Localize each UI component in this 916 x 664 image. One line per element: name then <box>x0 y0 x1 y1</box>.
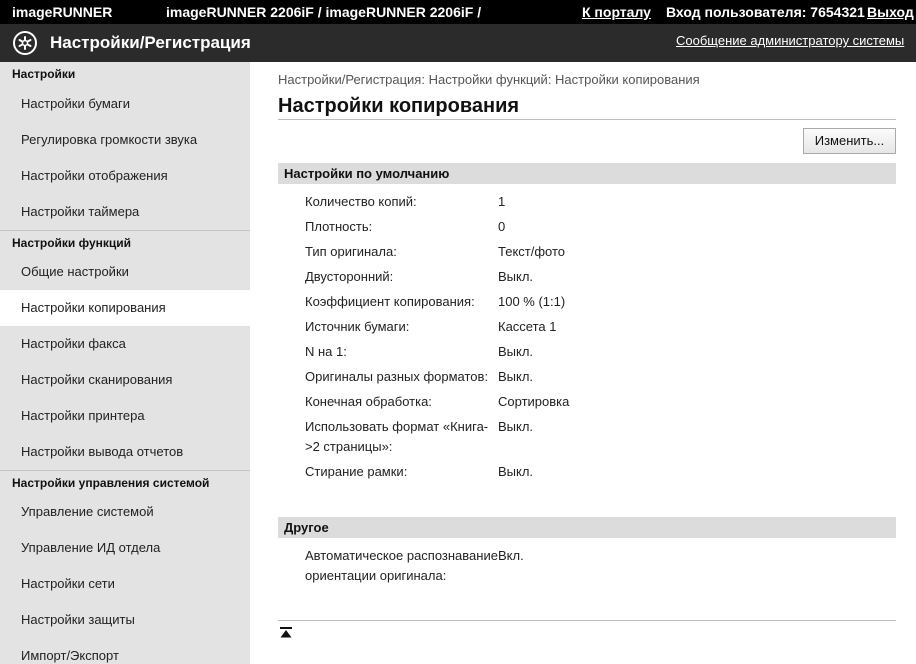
sidebar-item-timer[interactable]: Настройки таймера <box>0 194 250 230</box>
sidebar: Настройки Настройки бумаги Регулировка г… <box>0 62 250 664</box>
bottom-divider <box>278 620 896 621</box>
portal-link[interactable]: К порталу <box>582 4 651 20</box>
setting-row-duplex: Двусторонний: Выкл. <box>305 267 896 287</box>
sidebar-item-copy[interactable]: Настройки копирования <box>0 290 250 326</box>
setting-row-copies: Количество копий: 1 <box>305 192 896 212</box>
setting-label: Плотность: <box>305 219 373 234</box>
sidebar-item-network[interactable]: Настройки сети <box>0 566 250 602</box>
setting-row-copy-ratio: Коэффициент копирования: 100 % (1:1) <box>305 292 896 312</box>
page-section-title: Настройки/Регистрация <box>50 33 251 52</box>
setting-row-book-format: Использовать формат «Книга->2 страницы»:… <box>305 417 896 457</box>
sidebar-item-paper[interactable]: Настройки бумаги <box>0 86 250 122</box>
sidebar-item-volume[interactable]: Регулировка громкости звука <box>0 122 250 158</box>
setting-row-original-type: Тип оригинала: Текст/фото <box>305 242 896 262</box>
setting-row-auto-orientation: Автоматическое распознавание ориентации … <box>305 546 896 586</box>
sidebar-item-system-management[interactable]: Управление системой <box>0 494 250 530</box>
sidebar-group-functions: Настройки функций <box>0 230 250 254</box>
setting-row-paper-source: Источник бумаги: Кассета 1 <box>305 317 896 337</box>
setting-label: N на 1: <box>305 344 347 359</box>
setting-label: Коэффициент копирования: <box>305 294 475 309</box>
setting-value: 100 % (1:1) <box>498 294 566 309</box>
setting-label: Использовать формат «Книга->2 страницы»: <box>305 419 489 454</box>
setting-value: Текст/фото <box>498 244 566 259</box>
back-to-top-icon[interactable] <box>280 627 292 639</box>
section-default-settings: Настройки по умолчанию <box>278 163 896 184</box>
breadcrumb: Настройки/Регистрация: Настройки функций… <box>278 72 700 87</box>
setting-value: Выкл. <box>498 464 534 479</box>
sidebar-item-display[interactable]: Настройки отображения <box>0 158 250 194</box>
sidebar-item-fax[interactable]: Настройки факса <box>0 326 250 362</box>
sidebar-item-printer[interactable]: Настройки принтера <box>0 398 250 434</box>
setting-value: 0 <box>498 219 506 234</box>
setting-row-mixed-originals: Оригиналы разных форматов: Выкл. <box>305 367 896 387</box>
setting-label: Автоматическое распознавание ориентации … <box>305 548 498 583</box>
setting-label: Количество копий: <box>305 194 417 209</box>
setting-value: 1 <box>498 194 506 209</box>
setting-value: Выкл. <box>498 269 534 284</box>
settings-logo-icon <box>13 31 37 55</box>
brand-name: imageRUNNER <box>12 4 113 20</box>
setting-value: Сортировка <box>498 394 570 409</box>
device-model: imageRUNNER 2206iF / imageRUNNER 2206iF … <box>166 4 482 20</box>
setting-row-frame-erase: Стирание рамки: Выкл. <box>305 462 896 482</box>
sidebar-item-department-id[interactable]: Управление ИД отдела <box>0 530 250 566</box>
setting-value: Выкл. <box>498 419 534 434</box>
title-bar: Настройки/Регистрация Сообщение админист… <box>0 24 916 62</box>
user-login-label: Вход пользователя: 7654321 <box>666 4 865 20</box>
setting-label: Стирание рамки: <box>305 464 408 479</box>
setting-value: Кассета 1 <box>498 319 557 334</box>
default-settings-list: Количество копий: 1 Плотность: 0 Тип ори… <box>305 192 896 482</box>
setting-row-finishing: Конечная обработка: Сортировка <box>305 392 896 412</box>
admin-message-link[interactable]: Сообщение администратору системы <box>676 33 904 48</box>
edit-button[interactable]: Изменить... <box>803 128 896 154</box>
setting-value: Выкл. <box>498 344 534 359</box>
sidebar-item-scan[interactable]: Настройки сканирования <box>0 362 250 398</box>
setting-label: Тип оригинала: <box>305 244 397 259</box>
setting-row-density: Плотность: 0 <box>305 217 896 237</box>
sidebar-group-settings: Настройки <box>12 67 76 81</box>
sidebar-item-import-export[interactable]: Импорт/Экспорт <box>0 638 250 664</box>
section-other: Другое <box>278 517 896 538</box>
sidebar-item-common[interactable]: Общие настройки <box>0 254 250 290</box>
other-settings-list: Автоматическое распознавание ориентации … <box>305 546 896 586</box>
setting-value: Выкл. <box>498 369 534 384</box>
sidebar-item-security[interactable]: Настройки защиты <box>0 602 250 638</box>
setting-label: Оригиналы разных форматов: <box>305 369 489 384</box>
sidebar-group-system: Настройки управления системой <box>0 470 250 494</box>
logout-link[interactable]: Выход <box>867 4 914 20</box>
setting-row-n-on-1: N на 1: Выкл. <box>305 342 896 362</box>
setting-label: Двусторонний: <box>305 269 394 284</box>
page-title: Настройки копирования <box>278 95 520 117</box>
top-bar: imageRUNNER imageRUNNER 2206iF / imageRU… <box>0 0 916 24</box>
setting-label: Конечная обработка: <box>305 394 432 409</box>
setting-label: Источник бумаги: <box>305 319 410 334</box>
sidebar-item-reports[interactable]: Настройки вывода отчетов <box>0 434 250 470</box>
setting-value: Вкл. <box>498 548 524 563</box>
title-divider <box>278 119 896 120</box>
